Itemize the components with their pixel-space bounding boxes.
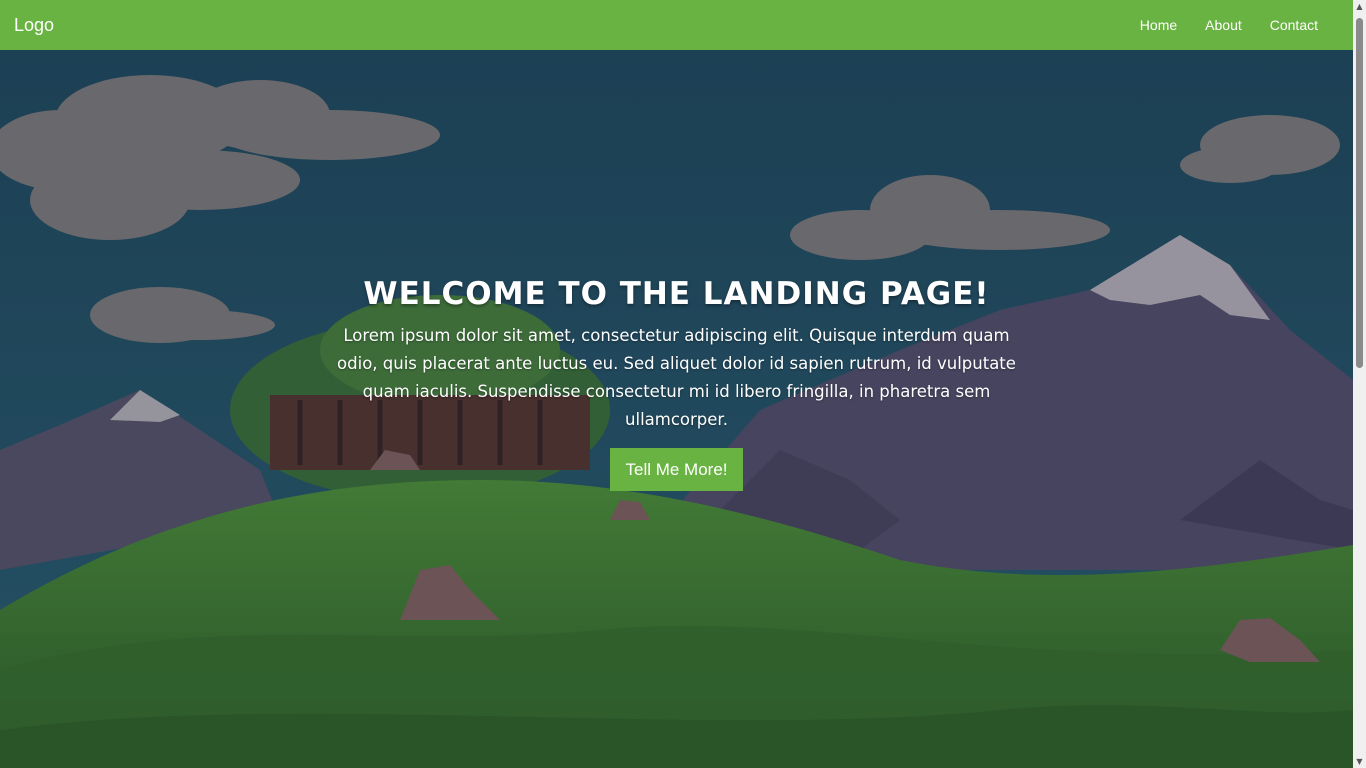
vertical-scrollbar[interactable]: ▲ ▼: [1353, 0, 1366, 768]
hero-section: Welcome to the landing page! Lorem ipsum…: [0, 50, 1353, 768]
scroll-down-arrow-icon[interactable]: ▼: [1353, 755, 1366, 768]
scrollbar-thumb[interactable]: [1356, 18, 1363, 368]
tell-me-more-button[interactable]: Tell Me More!: [610, 448, 743, 491]
hero-content: Welcome to the landing page! Lorem ipsum…: [0, 276, 1353, 491]
nav-link-contact[interactable]: Contact: [1270, 17, 1318, 33]
hero-title: Welcome to the landing page!: [363, 276, 990, 312]
top-navbar: Logo Home About Contact: [0, 0, 1353, 50]
logo[interactable]: Logo: [14, 15, 54, 36]
scroll-up-arrow-icon[interactable]: ▲: [1353, 0, 1366, 13]
hero-description: Lorem ipsum dolor sit amet, consectetur …: [337, 326, 1016, 429]
nav-links: Home About Contact: [1140, 17, 1318, 33]
nav-link-about[interactable]: About: [1205, 17, 1242, 33]
nav-link-home[interactable]: Home: [1140, 17, 1177, 33]
